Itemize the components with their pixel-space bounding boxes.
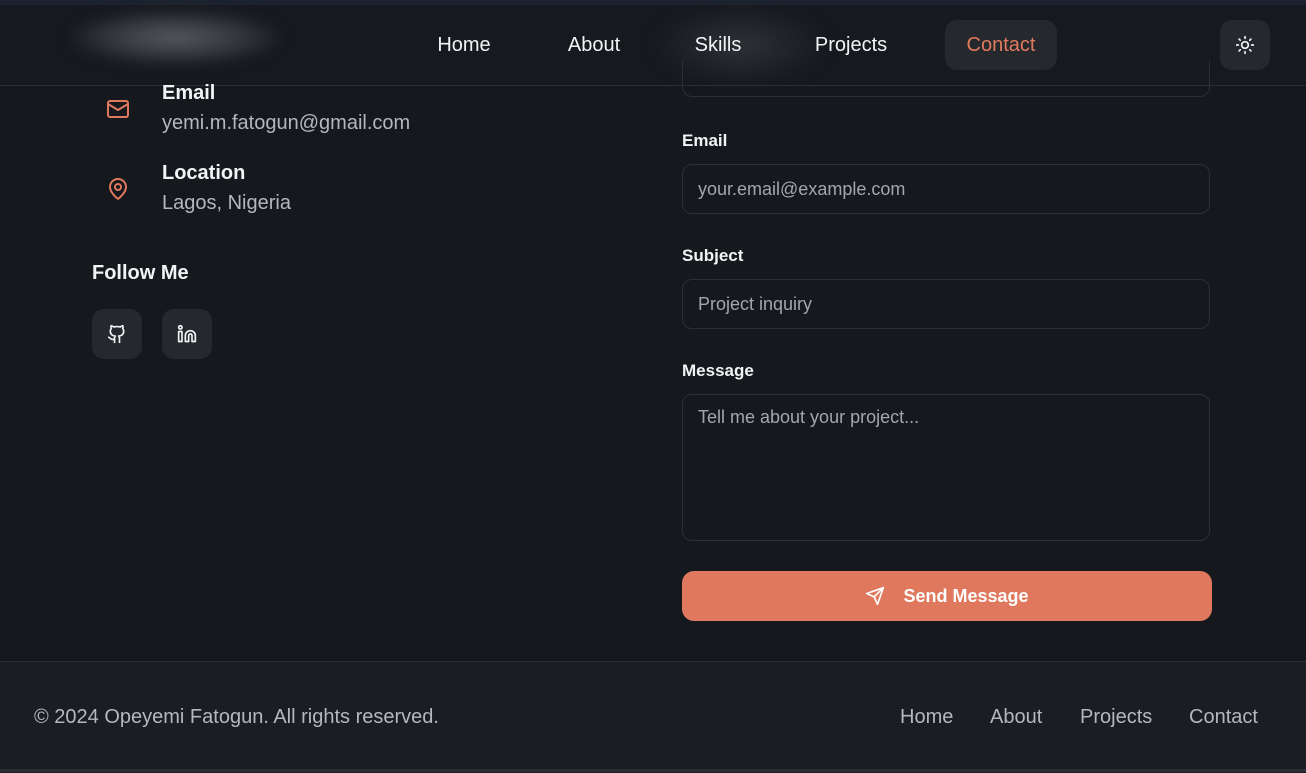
footer: © 2024 Opeyemi Fatogun. All rights reser…	[0, 661, 1306, 773]
theme-toggle-button[interactable]	[1220, 20, 1270, 70]
name-field-partial[interactable]	[682, 60, 1210, 97]
footer-link-projects[interactable]: Projects	[1080, 706, 1152, 729]
send-message-label: Send Message	[903, 585, 1029, 606]
subject-field-label: Subject	[682, 246, 744, 265]
footer-link-home[interactable]: Home	[900, 706, 953, 729]
mail-icon	[107, 100, 129, 118]
email-label: Email	[162, 82, 216, 104]
github-icon	[107, 324, 125, 344]
message-field[interactable]	[682, 394, 1210, 541]
footer-link-contact[interactable]: Contact	[1189, 706, 1258, 729]
follow-me-heading: Follow Me	[92, 262, 189, 284]
copyright-text: © 2024 Opeyemi Fatogun. All rights reser…	[34, 706, 439, 728]
location-value: Lagos, Nigeria	[162, 192, 291, 214]
message-field-label: Message	[682, 361, 754, 380]
map-pin-icon	[109, 178, 127, 200]
footer-link-about[interactable]: About	[990, 706, 1042, 729]
email-field[interactable]	[682, 164, 1210, 214]
linkedin-link-button[interactable]	[162, 309, 212, 359]
nav-link-about[interactable]: About	[548, 20, 640, 70]
location-label: Location	[162, 162, 246, 184]
github-link-button[interactable]	[92, 309, 142, 359]
send-message-button[interactable]: Send Message	[682, 571, 1212, 621]
nav-link-home[interactable]: Home	[418, 20, 510, 70]
email-field-label: Email	[682, 131, 728, 150]
sun-icon	[1235, 35, 1255, 55]
send-icon	[866, 586, 885, 606]
linkedin-icon	[177, 324, 197, 343]
email-value: yemi.m.fatogun@gmail.com	[162, 112, 411, 134]
subject-field[interactable]	[682, 279, 1210, 329]
